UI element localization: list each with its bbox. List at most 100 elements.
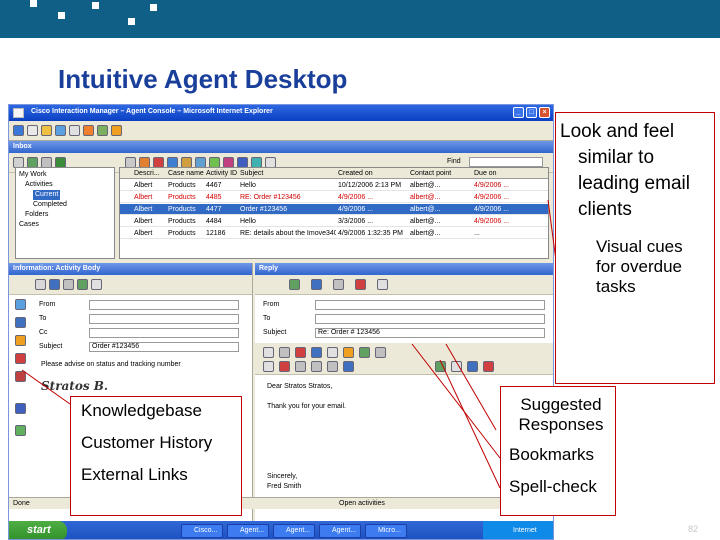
tree-item[interactable]: Current bbox=[19, 190, 111, 200]
column-header[interactable]: Due on bbox=[474, 169, 544, 179]
taskbar-item[interactable]: Agent... bbox=[319, 524, 361, 538]
column-header[interactable]: Subject bbox=[240, 169, 336, 179]
link-icon[interactable] bbox=[343, 361, 354, 372]
taskbar-item[interactable]: Micro... bbox=[365, 524, 407, 538]
attach-file-icon[interactable] bbox=[451, 361, 462, 372]
folder-icon[interactable] bbox=[41, 125, 52, 136]
info-icon[interactable] bbox=[15, 403, 26, 414]
column-header[interactable]: Contact point bbox=[410, 169, 472, 179]
external-link-icon[interactable] bbox=[15, 371, 26, 382]
system-tray: Internet bbox=[483, 521, 553, 539]
page-number: 82 bbox=[687, 524, 698, 534]
format-toolbar bbox=[255, 343, 553, 375]
tree-item[interactable]: Completed bbox=[19, 200, 111, 210]
bookmarks-icon[interactable] bbox=[343, 347, 354, 358]
search-icon[interactable] bbox=[27, 125, 38, 136]
chat-icon[interactable] bbox=[97, 125, 108, 136]
reply-thanks[interactable]: Thank you for your email. bbox=[267, 403, 346, 410]
maximize-button[interactable]: □ bbox=[526, 107, 537, 118]
globe-icon[interactable] bbox=[467, 361, 478, 372]
kb-item-knowledgebase: Knowledgebase bbox=[81, 401, 202, 420]
suggested-responses-text: Suggested Responses bbox=[518, 395, 604, 434]
reply-to-field[interactable] bbox=[315, 314, 545, 324]
delete-icon[interactable] bbox=[355, 279, 366, 290]
suggested-responses-icon[interactable] bbox=[359, 347, 370, 358]
close-button[interactable]: × bbox=[539, 107, 550, 118]
attach-icon[interactable] bbox=[333, 279, 344, 290]
font-icon[interactable] bbox=[263, 361, 274, 372]
table-row[interactable]: Albert Products 12186 RE: details about … bbox=[120, 228, 548, 239]
minimize-button[interactable]: _ bbox=[513, 107, 524, 118]
start-button[interactable]: start bbox=[9, 521, 67, 539]
reply-subject-field[interactable]: Re: Order # 123456 bbox=[315, 328, 545, 338]
column-header[interactable]: Case name bbox=[168, 169, 204, 179]
column-header[interactable]: Activity ID bbox=[206, 169, 238, 179]
copy-icon[interactable] bbox=[63, 279, 74, 290]
taskbar-item[interactable]: Agent... bbox=[227, 524, 269, 538]
reply-from-field[interactable] bbox=[315, 300, 545, 310]
status-left: Done bbox=[13, 500, 30, 507]
align-icon[interactable] bbox=[327, 361, 338, 372]
save-icon[interactable] bbox=[77, 279, 88, 290]
reply-closing[interactable]: Sincerely, bbox=[267, 473, 297, 480]
notes-icon[interactable] bbox=[15, 425, 26, 436]
color-icon[interactable] bbox=[279, 361, 290, 372]
inbox-header: Inbox bbox=[9, 141, 553, 153]
visual-cues-text: Visual cues for overdue tasks bbox=[596, 237, 683, 296]
cut-icon[interactable] bbox=[295, 347, 306, 358]
save-draft-icon[interactable] bbox=[311, 279, 322, 290]
edit-icon[interactable] bbox=[35, 279, 46, 290]
subject-label: Subject bbox=[39, 343, 63, 350]
settings-icon[interactable] bbox=[111, 125, 122, 136]
paste-icon[interactable] bbox=[327, 347, 338, 358]
undo-icon[interactable] bbox=[279, 347, 290, 358]
column-header[interactable]: Created on bbox=[338, 169, 408, 179]
look-feel-callout: Look and feel similar to leading email c… bbox=[555, 112, 715, 384]
spellcheck-toolbar-icon[interactable] bbox=[263, 347, 274, 358]
tree-item[interactable]: Activities bbox=[19, 180, 111, 190]
pencil-icon[interactable] bbox=[49, 279, 60, 290]
reply-name[interactable]: Fred Smith bbox=[267, 483, 301, 490]
tree-item[interactable]: My Work bbox=[19, 170, 111, 180]
taskbar-item[interactable]: Agent... bbox=[273, 524, 315, 538]
mail-icon[interactable] bbox=[55, 125, 66, 136]
table-row[interactable]: Albert Products 4484 Hello 3/3/2006 ... … bbox=[120, 216, 548, 227]
table-row[interactable]: Albert Products 4467 Hello 10/12/2006 2:… bbox=[120, 180, 548, 191]
banner-dot bbox=[150, 4, 157, 11]
send-icon[interactable] bbox=[289, 279, 300, 290]
find-label: Find bbox=[447, 158, 461, 165]
table-row[interactable]: Albert Products 4485 RE: Order #123456 4… bbox=[120, 192, 548, 203]
insert-icon[interactable] bbox=[375, 347, 386, 358]
reply-toolbar bbox=[255, 275, 553, 295]
print-icon[interactable] bbox=[377, 279, 388, 290]
print-icon[interactable] bbox=[91, 279, 102, 290]
bookmark-icon[interactable] bbox=[15, 353, 26, 364]
banner-dot bbox=[58, 12, 65, 19]
grid-header-row: Descri... Case name Activity ID Subject … bbox=[120, 168, 548, 179]
column-header[interactable]: Descri... bbox=[134, 169, 166, 179]
knowledgebase-icon[interactable] bbox=[15, 335, 26, 346]
activity-grid: Descri... Case name Activity ID Subject … bbox=[119, 167, 549, 259]
kb-item-external-links: External Links bbox=[81, 465, 188, 484]
spell-check-icon[interactable] bbox=[483, 361, 494, 372]
customer-icon[interactable] bbox=[15, 299, 26, 310]
bold-icon[interactable] bbox=[295, 361, 306, 372]
tree-item[interactable]: Cases bbox=[19, 220, 111, 230]
knowledge-icon[interactable] bbox=[83, 125, 94, 136]
copy-icon[interactable] bbox=[311, 347, 322, 358]
tree-item[interactable]: Folders bbox=[19, 210, 111, 220]
history-icon[interactable] bbox=[15, 317, 26, 328]
reply-greeting[interactable]: Dear Stratos Stratos, bbox=[267, 383, 332, 390]
contacts-icon[interactable] bbox=[69, 125, 80, 136]
cc-field bbox=[89, 328, 239, 338]
banner-dot bbox=[92, 2, 99, 9]
activity-tree: My Work Activities Current Completed Fol… bbox=[15, 167, 115, 259]
home-icon[interactable] bbox=[13, 125, 24, 136]
find-input[interactable] bbox=[469, 157, 543, 167]
taskbar-item[interactable]: Cisco... bbox=[181, 524, 223, 538]
kb-icon[interactable] bbox=[435, 361, 446, 372]
top-banner bbox=[0, 0, 720, 38]
italic-icon[interactable] bbox=[311, 361, 322, 372]
from-field bbox=[89, 300, 239, 310]
table-row-selected[interactable]: Albert Products 4477 Order #123456 4/9/2… bbox=[120, 204, 548, 215]
